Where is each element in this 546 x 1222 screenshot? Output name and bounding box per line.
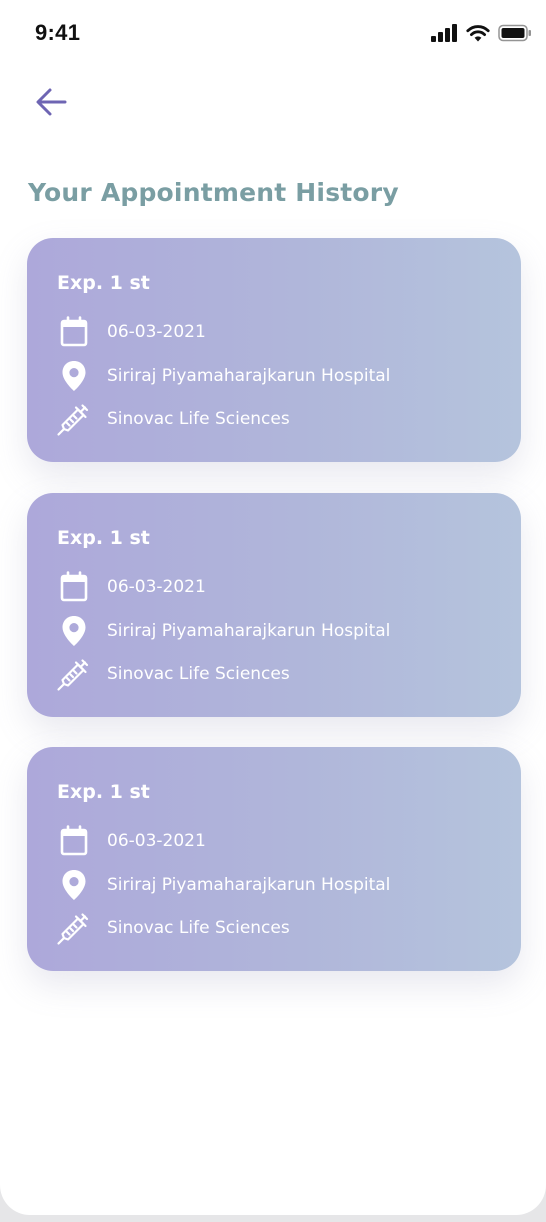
battery-icon <box>498 24 531 42</box>
appointment-title: Exp. 1 st <box>57 781 150 803</box>
status-icons <box>431 24 532 42</box>
page-title: Your Appointment History <box>28 178 399 207</box>
status-time: 9:41 <box>35 20 81 45</box>
appointment-vaccine: Sinovac Life Sciences <box>107 409 290 429</box>
phone-screen: 9:41 Your Appointment History Exp. 1 st … <box>0 0 546 1215</box>
calendar-icon <box>55 570 93 604</box>
appointment-location-row: Siriraj Piyamaharajkarun Hospital <box>55 868 390 902</box>
syringe-icon <box>55 402 93 436</box>
appointment-location-row: Siriraj Piyamaharajkarun Hospital <box>55 614 390 648</box>
status-bar: 9:41 <box>0 0 546 70</box>
appointment-title: Exp. 1 st <box>57 527 150 549</box>
appointment-vaccine: Sinovac Life Sciences <box>107 918 290 938</box>
map-pin-icon <box>55 614 93 648</box>
calendar-icon <box>55 824 93 858</box>
appointment-location: Siriraj Piyamaharajkarun Hospital <box>107 366 391 386</box>
appointment-date-row: 06-03-2021 <box>55 824 206 858</box>
appointment-card[interactable]: Exp. 1 st 06-03-2021 Siriraj Piyamaharaj… <box>27 747 521 971</box>
cellular-signal-icon <box>431 24 457 42</box>
appointment-location-row: Siriraj Piyamaharajkarun Hospital <box>55 359 390 393</box>
syringe-icon <box>55 911 93 945</box>
appointment-date: 06-03-2021 <box>107 831 206 851</box>
appointment-vaccine-row: Sinovac Life Sciences <box>55 657 290 691</box>
calendar-icon <box>55 315 93 349</box>
syringe-icon <box>55 657 93 691</box>
appointment-title: Exp. 1 st <box>57 272 150 294</box>
appointment-vaccine-row: Sinovac Life Sciences <box>55 402 290 436</box>
arrow-left-icon <box>36 88 67 116</box>
back-button[interactable] <box>32 84 72 120</box>
appointment-date-row: 06-03-2021 <box>55 570 206 604</box>
map-pin-icon <box>55 359 93 393</box>
appointment-vaccine-row: Sinovac Life Sciences <box>55 911 290 945</box>
appointment-location: Siriraj Piyamaharajkarun Hospital <box>107 621 391 641</box>
wifi-icon <box>466 25 490 42</box>
appointment-card[interactable]: Exp. 1 st 06-03-2021 Siriraj Piyamaharaj… <box>27 493 521 717</box>
appointment-date: 06-03-2021 <box>107 577 206 597</box>
appointment-location: Siriraj Piyamaharajkarun Hospital <box>107 875 391 895</box>
appointment-date: 06-03-2021 <box>107 322 206 342</box>
appointment-vaccine: Sinovac Life Sciences <box>107 664 290 684</box>
map-pin-icon <box>55 868 93 902</box>
appointment-card[interactable]: Exp. 1 st 06-03-2021 Siriraj Piyamaharaj… <box>27 238 521 462</box>
appointment-date-row: 06-03-2021 <box>55 315 206 349</box>
